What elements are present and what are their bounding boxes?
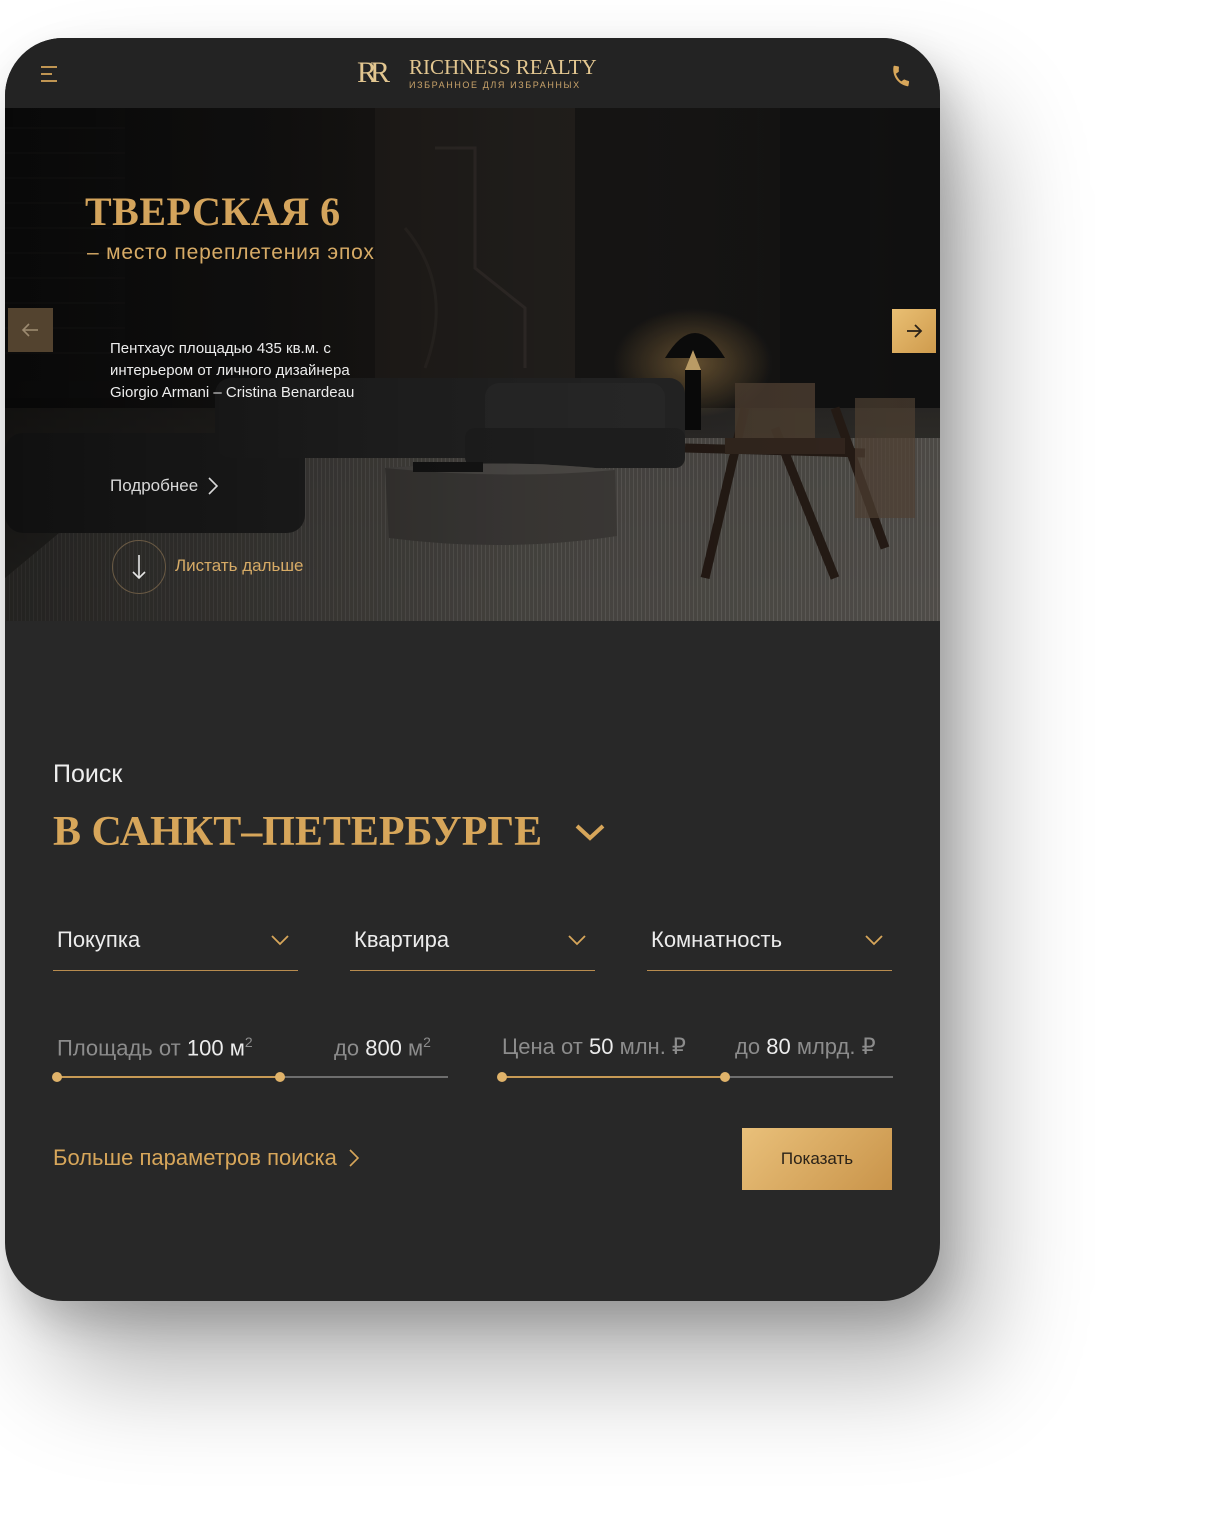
tablet-screen: RR RICHNESS REALTY ИЗБРАННОЕ ДЛЯ ИЗБРАНН… bbox=[5, 38, 940, 1301]
deal-type-value: Покупка bbox=[57, 927, 141, 952]
price-slider-min-handle[interactable] bbox=[497, 1072, 507, 1082]
logo-mark: RR bbox=[357, 56, 390, 89]
hamburger-icon bbox=[41, 66, 57, 82]
slider-next-button[interactable] bbox=[892, 309, 936, 353]
area-to-label-group: до 800 м2 bbox=[334, 1034, 431, 1061]
area-to-exponent: 2 bbox=[423, 1034, 431, 1050]
price-to-label: до bbox=[735, 1034, 761, 1059]
area-from-label-group: Площадь от 100 м2 bbox=[57, 1034, 253, 1061]
rooms-value: Комнатность bbox=[651, 927, 783, 952]
more-details-link[interactable]: Подробнее bbox=[110, 476, 219, 496]
chevron-down-icon bbox=[575, 824, 605, 841]
chevron-down-icon bbox=[271, 935, 289, 946]
chevron-right-icon bbox=[349, 1149, 359, 1167]
hamburger-menu-button[interactable] bbox=[41, 65, 63, 83]
property-type-value: Квартира bbox=[354, 927, 450, 952]
hero-title: ТВЕРСКАЯ 6 bbox=[85, 189, 341, 234]
price-to-unit: млрд. ₽ bbox=[796, 1034, 876, 1059]
slider-prev-button[interactable] bbox=[8, 308, 53, 352]
area-to-value[interactable]: 800 bbox=[365, 1035, 402, 1060]
area-to-label: до bbox=[334, 1035, 360, 1061]
more-details-label: Подробнее bbox=[110, 476, 199, 495]
price-to-value[interactable]: 80 bbox=[766, 1034, 790, 1059]
arrow-down-icon bbox=[132, 555, 146, 580]
top-header: RR RICHNESS REALTY ИЗБРАННОЕ ДЛЯ ИЗБРАНН… bbox=[5, 38, 940, 108]
phone-icon bbox=[893, 65, 910, 87]
arrow-right-icon bbox=[907, 324, 923, 338]
city-name: В САНКТ–ПЕТЕРБУРГЕ bbox=[53, 809, 543, 855]
deal-type-select[interactable]: Покупка bbox=[53, 913, 298, 971]
area-from-exponent: 2 bbox=[244, 1034, 253, 1050]
rooms-select[interactable]: Комнатность bbox=[647, 913, 892, 971]
hero-subtitle: – место переплетения эпох bbox=[87, 241, 375, 264]
brand-name: RICHNESS REALTY bbox=[409, 55, 597, 79]
price-to-label-group: до 80 млрд. ₽ bbox=[735, 1034, 876, 1060]
price-from-label: Цена от bbox=[502, 1034, 583, 1059]
scroll-down-button[interactable] bbox=[112, 540, 166, 594]
show-results-button[interactable]: Показать bbox=[742, 1128, 892, 1190]
phone-button[interactable] bbox=[889, 64, 913, 88]
arrow-left-icon bbox=[21, 323, 38, 337]
price-from-label-group: Цена от 50 млн. ₽ bbox=[502, 1034, 686, 1060]
more-search-params-link[interactable]: Больше параметров поиска bbox=[53, 1145, 359, 1171]
price-from-value[interactable]: 50 bbox=[589, 1034, 613, 1059]
brand-tagline: ИЗБРАННОЕ ДЛЯ ИЗБРАННЫХ bbox=[409, 80, 581, 90]
hero-slider: ТВЕРСКАЯ 6 – место переплетения эпох Пен… bbox=[5, 108, 940, 621]
area-slider-min-handle[interactable] bbox=[52, 1072, 62, 1082]
property-type-select[interactable]: Квартира bbox=[350, 913, 595, 971]
area-from-label: Площадь от bbox=[57, 1035, 181, 1061]
search-label: Поиск bbox=[53, 760, 123, 788]
chevron-down-icon bbox=[568, 935, 586, 946]
area-to-unit: м bbox=[408, 1035, 424, 1061]
chevron-down-icon bbox=[865, 935, 883, 946]
price-from-unit: млн. ₽ bbox=[619, 1034, 686, 1059]
area-from-unit: м bbox=[229, 1035, 245, 1061]
area-slider-fill bbox=[57, 1076, 280, 1078]
area-slider-max-handle[interactable] bbox=[274, 1072, 285, 1082]
city-selector[interactable]: В САНКТ–ПЕТЕРБУРГЕ bbox=[53, 808, 606, 856]
price-slider-max-handle[interactable] bbox=[719, 1072, 730, 1082]
chevron-right-icon bbox=[208, 477, 219, 495]
hero-description: Пентхаус площадью 435 кв.м. с интерьером… bbox=[110, 340, 355, 401]
more-search-params-label: Больше параметров поиска bbox=[53, 1145, 337, 1170]
price-slider-fill bbox=[502, 1076, 725, 1078]
area-from-value[interactable]: 100 bbox=[187, 1035, 224, 1060]
scroll-down-label[interactable]: Листать дальше bbox=[175, 556, 303, 576]
